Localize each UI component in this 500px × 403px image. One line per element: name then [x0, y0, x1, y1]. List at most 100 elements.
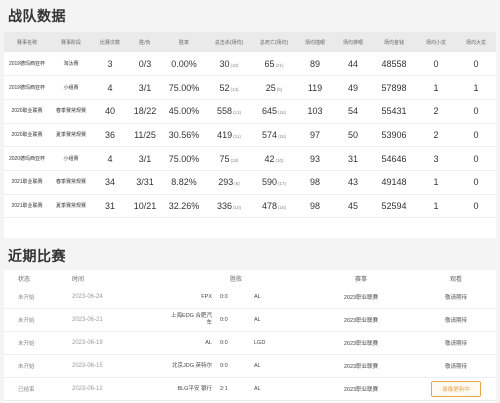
clears-cell: 44	[334, 52, 372, 77]
dragons-cell: 1	[416, 194, 456, 219]
recent-matches-title: 近期比赛	[8, 248, 66, 264]
matches-cell: 34	[92, 170, 128, 195]
watch-cell: 敬请期待	[416, 293, 496, 301]
kills-total: 30	[219, 58, 230, 69]
winrate-cell: 75.00%	[162, 146, 206, 171]
team-home: AL	[205, 339, 212, 346]
winrate-cell: 0.00%	[162, 52, 206, 77]
kills-cell: 558(13)	[206, 99, 252, 124]
kills-cell: 336(10)	[206, 194, 252, 219]
replay-updating-button[interactable]: 录像更新中	[431, 381, 481, 397]
kills-total: 558	[216, 106, 232, 117]
coming-soon-label: 敬请期待	[444, 364, 467, 370]
kills-cell: 419(11)	[206, 123, 252, 148]
match-result: AL 0:0 LGD	[166, 340, 306, 347]
clears-cell: 54	[334, 99, 372, 124]
event-name-cell: 2020职业联赛	[4, 123, 50, 148]
watch-cell: 敬请期待	[416, 316, 496, 324]
recent-match-row: 未开始 2023-06-19 AL 0:0 LGD 2023职业联赛 敬请期待	[4, 332, 496, 355]
col-header-event: 赛事名称	[4, 32, 50, 52]
gold-cell: 54646	[372, 146, 416, 171]
recent-matches-card: 状态 时间 胜败 赛事 观看 未开始 2023-06-24 FPX 0:0 AL 2023…	[4, 270, 496, 403]
deaths-total: 25	[265, 82, 276, 93]
match-score: 2:1	[220, 386, 228, 392]
deaths-cell: 645(16)	[252, 99, 296, 124]
match-event: 2023职业联赛	[343, 318, 379, 324]
match-result: 上海EDG 合肥汽车 0:0 AL	[166, 313, 306, 327]
barons-cell: 0	[456, 99, 496, 124]
kills-total: 293	[218, 177, 234, 188]
gold-cell: 49148	[372, 170, 416, 195]
deaths-total: 65	[264, 58, 275, 69]
team-away: AL	[254, 317, 261, 323]
stage-cell: 春季赛常规赛	[50, 99, 92, 124]
clears-cell: 50	[334, 123, 372, 148]
barons-cell: 1	[456, 75, 496, 100]
deaths-average: (10)	[275, 157, 284, 163]
clears-cell: 45	[334, 194, 372, 219]
dragons-cell: 1	[416, 75, 456, 100]
matches-cell: 4	[92, 75, 128, 100]
deaths-average: (21)	[275, 62, 284, 68]
dragons-cell: 2	[416, 123, 456, 148]
col-header-winrate: 胜率	[162, 32, 206, 52]
dragons-cell: 2	[416, 99, 456, 124]
win-loss-cell: 11/25	[128, 123, 162, 148]
matches-cell: 3	[92, 52, 128, 77]
match-time: 2023-06-15	[72, 363, 103, 369]
kills-cell: 293(8)	[206, 170, 252, 195]
match-event: 2023职业联赛	[343, 341, 379, 347]
dragons-cell: 1	[416, 170, 456, 195]
team-stats-header-row: 赛事名称 赛事阶段 比赛次数 胜/负 胜率 总击杀(场均) 总死亡(场均) 场均…	[4, 32, 496, 52]
event-name-cell: 2019德玛西亚杯	[4, 75, 50, 100]
deaths-average: (15)	[278, 204, 287, 210]
matches-cell: 4	[92, 146, 128, 171]
team-away: LGD	[254, 340, 266, 346]
deaths-cell: 590(17)	[252, 170, 296, 195]
clears-cell: 49	[334, 75, 372, 100]
winrate-cell: 45.00%	[162, 99, 206, 124]
winrate-cell: 32.26%	[162, 194, 206, 219]
team-stats-table: 赛事名称 赛事阶段 比赛次数 胜/负 胜率 总击杀(场均) 总死亡(场均) 场均…	[4, 32, 496, 219]
team-home: 北京JDG 英特尔	[171, 362, 212, 369]
watch-cell: 敬请期待	[416, 362, 496, 370]
matches-cell: 40	[92, 99, 128, 124]
coming-soon-label: 敬请期待	[444, 318, 467, 324]
stage-cell: 淘汰赛	[50, 52, 92, 77]
col-header-barons: 场均大龙	[456, 32, 496, 52]
recent-header-row: 状态 时间 胜败 赛事 观看	[4, 270, 496, 286]
match-event: 2023职业联赛	[343, 387, 379, 393]
deaths-cell: 478(15)	[252, 194, 296, 219]
coming-soon-label: 敬请期待	[444, 341, 467, 347]
matches-cell: 36	[92, 123, 128, 148]
winrate-cell: 75.00%	[162, 75, 206, 100]
deaths-cell: 42(10)	[252, 146, 296, 171]
win-loss-cell: 3/31	[128, 170, 162, 195]
match-status: 未开始	[18, 341, 35, 347]
kills-cell: 52(13)	[206, 75, 252, 100]
col-header-dragons: 场均小龙	[416, 32, 456, 52]
win-loss-cell: 10/21	[128, 194, 162, 219]
wards-cell: 98	[296, 194, 334, 219]
recent-match-row: 未开始 2023-06-24 FPX 0:0 AL 2023职业联赛 敬请期待	[4, 286, 496, 309]
barons-cell: 0	[456, 123, 496, 148]
table-row: 2020职业联赛 夏季赛常规赛 36 11/25 30.56% 419(11) 574(15…	[4, 123, 496, 148]
gold-cell: 53906	[372, 123, 416, 148]
recent-match-row: 未开始 2023-06-21 上海EDG 合肥汽车 0:0 AL 2023职业联赛 敬请期待	[4, 309, 496, 332]
wards-cell: 103	[296, 99, 334, 124]
match-score: 0:0	[220, 340, 228, 346]
team-home: 上海EDG 合肥汽车	[171, 313, 212, 326]
stage-cell: 夏季赛常规赛	[50, 194, 92, 219]
clears-cell: 43	[334, 170, 372, 195]
table-row: 2019德玛西亚杯 淘汰赛 3 0/3 0.00% 30(10) 65(21) 89 44 485…	[4, 52, 496, 77]
gold-cell: 52594	[372, 194, 416, 219]
event-name-cell: 2019德玛西亚杯	[4, 52, 50, 77]
match-time: 2023-06-19	[72, 340, 103, 346]
match-time: 2023-06-21	[72, 317, 103, 323]
deaths-average: (15)	[278, 133, 287, 139]
match-event: 2023职业联赛	[343, 295, 379, 301]
wards-cell: 93	[296, 146, 334, 171]
match-score: 0:0	[220, 317, 228, 323]
stage-cell: 小组赛	[50, 75, 92, 100]
deaths-average: (17)	[278, 181, 287, 187]
